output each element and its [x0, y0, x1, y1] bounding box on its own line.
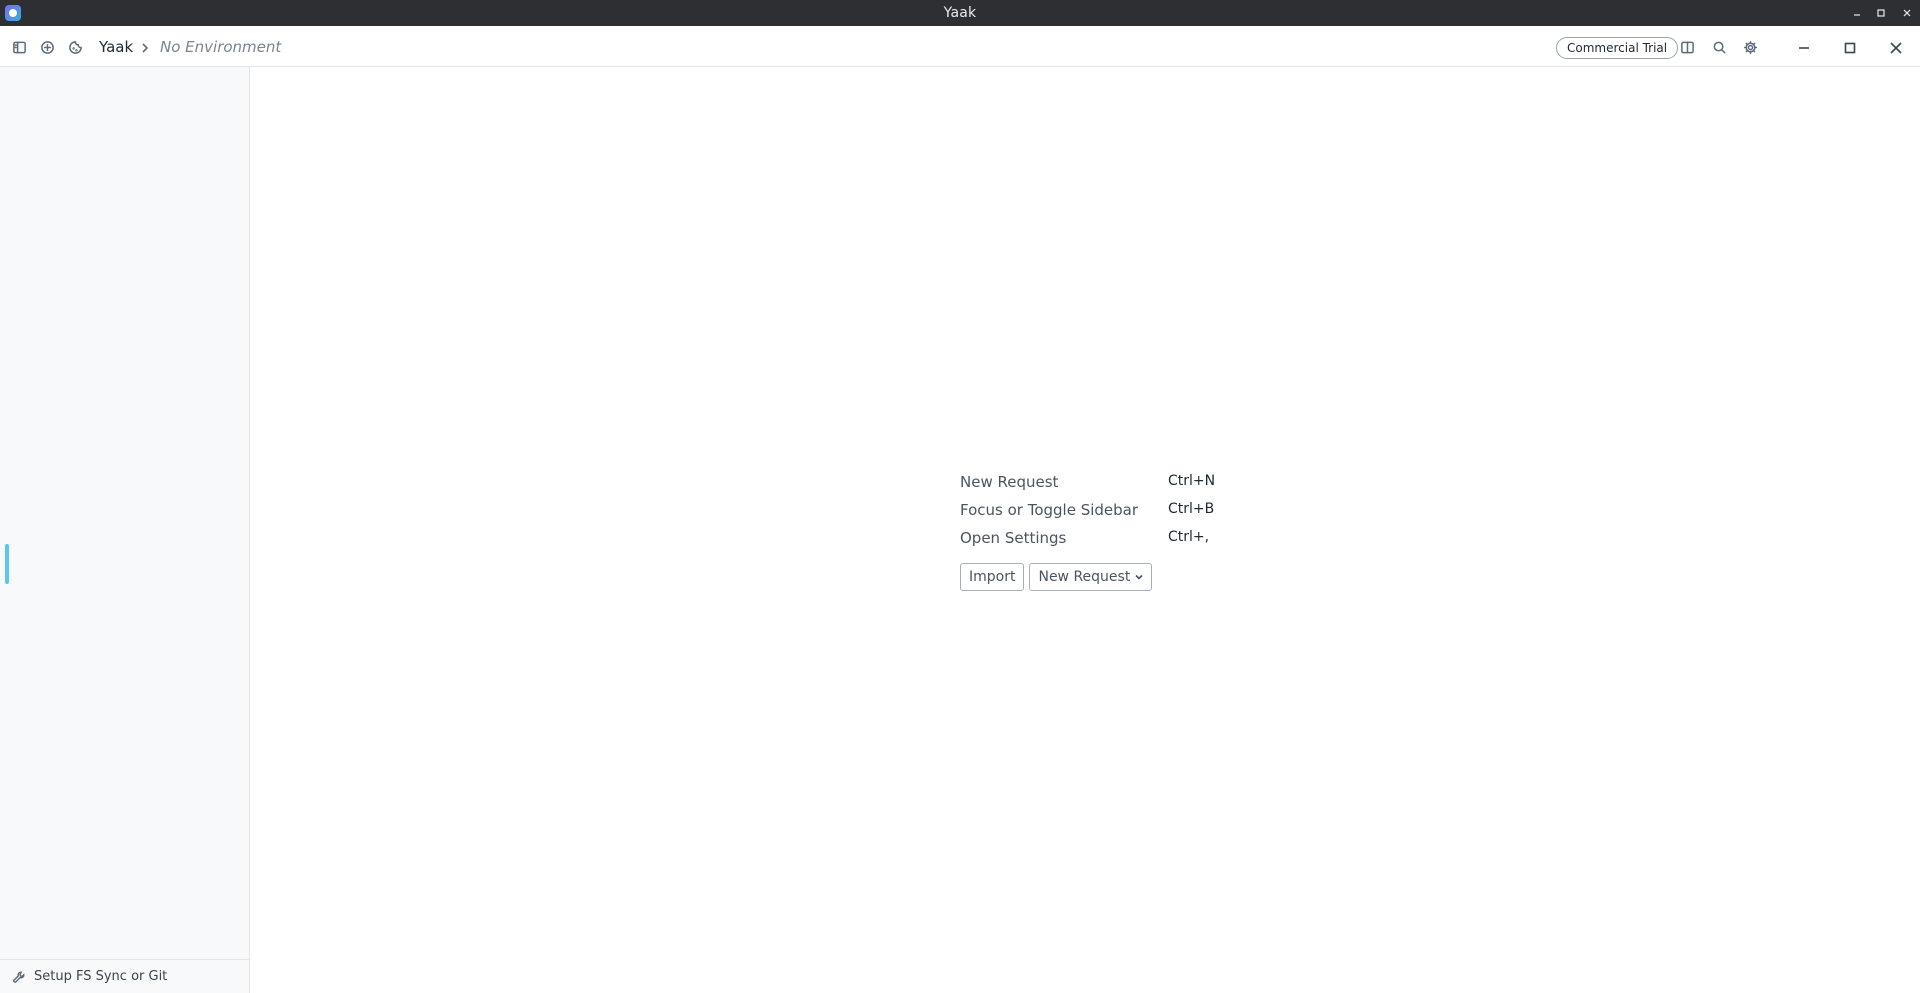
os-titlebar: Yaak — [0, 0, 1920, 26]
empty-state-actions: Import New Request — [960, 563, 1153, 591]
minimize-icon — [1799, 47, 1809, 49]
shortcut-label[interactable]: Open Settings — [960, 529, 1066, 547]
gear-icon — [1743, 40, 1757, 54]
wrench-icon — [13, 970, 25, 983]
os-minimize-button[interactable] — [1846, 0, 1868, 26]
maximize-button[interactable] — [1838, 36, 1862, 60]
os-maximize-button[interactable] — [1870, 0, 1892, 26]
workspace-name[interactable]: Yaak — [99, 38, 133, 56]
chevron-right-icon — [140, 40, 150, 54]
panel-left-icon — [12, 41, 26, 53]
shortcut-label[interactable]: New Request — [960, 473, 1058, 491]
license-badge[interactable]: Commercial Trial — [1556, 37, 1679, 59]
search-icon — [1713, 41, 1725, 53]
sidebar: Setup FS Sync or Git — [0, 67, 250, 993]
close-button[interactable] — [1884, 36, 1908, 60]
close-icon — [1890, 42, 1902, 54]
import-button-label: Import — [969, 569, 1016, 585]
os-close-button[interactable] — [1896, 0, 1918, 26]
cookies-button[interactable] — [64, 36, 86, 58]
shortcut-label[interactable]: Focus or Toggle Sidebar — [960, 501, 1138, 519]
app-header: Yaak No Environment Commercial Trial — [0, 26, 1920, 67]
search-button[interactable] — [1708, 36, 1730, 58]
shortcut-keys: Ctrl+B — [1168, 501, 1215, 517]
main-panel: New Request Ctrl+N Focus or Toggle Sideb… — [251, 67, 1920, 993]
new-request-button-label: New Request — [1038, 569, 1131, 585]
new-request-dropdown-button[interactable]: New Request — [1029, 563, 1153, 591]
shortcut-keys: Ctrl+, — [1168, 529, 1210, 545]
window-title: Yaak — [943, 5, 977, 21]
settings-button[interactable] — [1739, 36, 1761, 58]
setup-sync-label: Setup FS Sync or Git — [34, 969, 168, 984]
chevron-down-icon — [1130, 569, 1143, 585]
layout-toggle-button[interactable] — [1676, 36, 1698, 58]
sidebar-toggle-button[interactable] — [8, 36, 30, 58]
new-button[interactable] — [36, 36, 58, 58]
sidebar-resize-handle[interactable] — [5, 544, 9, 584]
split-layout-icon — [1680, 41, 1694, 53]
import-button[interactable]: Import — [960, 563, 1025, 591]
maximize-icon — [1844, 42, 1856, 54]
setup-sync-button[interactable]: Setup FS Sync or Git — [0, 959, 250, 993]
environment-selector[interactable]: No Environment — [160, 38, 281, 56]
plus-circle-icon — [40, 40, 54, 54]
minimize-button[interactable] — [1792, 36, 1816, 60]
shortcut-keys: Ctrl+N — [1168, 473, 1216, 489]
cookie-icon — [68, 40, 82, 54]
